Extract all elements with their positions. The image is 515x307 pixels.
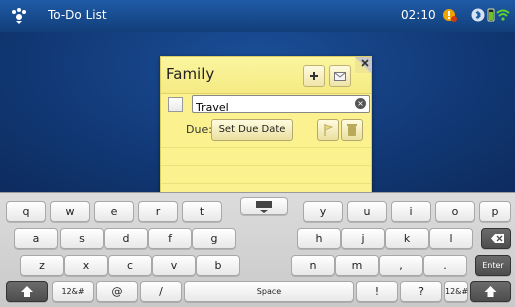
key-comma[interactable]: ,	[379, 255, 423, 276]
shift-icon	[484, 286, 497, 297]
note-title: Family	[166, 65, 215, 83]
key-at[interactable]: @	[96, 281, 138, 302]
key-slash[interactable]: /	[140, 281, 182, 302]
shift-key-right[interactable]	[470, 281, 511, 302]
plus-icon	[310, 72, 318, 80]
keyboard-hide-icon	[256, 201, 272, 213]
task-field[interactable]: ×	[192, 95, 370, 115]
note-rule-line	[161, 147, 371, 148]
key-d[interactable]: d	[104, 228, 148, 249]
delete-task-button[interactable]	[341, 119, 363, 141]
due-label: Due:	[186, 123, 212, 136]
envelope-icon	[334, 72, 346, 81]
flag-button[interactable]	[317, 119, 339, 141]
key-period[interactable]: .	[423, 255, 467, 276]
note-header: Family	[161, 57, 371, 94]
key-g[interactable]: g	[192, 228, 236, 249]
task-row: ×	[167, 95, 370, 117]
key-e[interactable]: e	[94, 201, 134, 222]
key-z[interactable]: z	[20, 255, 64, 276]
key-j[interactable]: j	[341, 228, 385, 249]
symbols-key-right[interactable]: 12&#	[444, 281, 468, 302]
todo-note: Family × Due: Set Due Date	[160, 56, 372, 194]
key-o[interactable]: o	[435, 201, 475, 222]
key-p[interactable]: p	[479, 201, 511, 222]
key-s[interactable]: s	[60, 228, 104, 249]
key-a[interactable]: a	[14, 228, 58, 249]
key-v[interactable]: v	[152, 255, 196, 276]
shift-key-left[interactable]	[6, 281, 48, 302]
hide-keyboard-key[interactable]	[240, 197, 288, 215]
set-due-date-button[interactable]: Set Due Date	[211, 119, 293, 141]
app-icon	[12, 8, 26, 24]
key-question[interactable]: ?	[400, 281, 442, 302]
trash-icon	[347, 124, 357, 136]
key-n[interactable]: n	[291, 255, 335, 276]
key-t[interactable]: t	[182, 201, 222, 222]
key-u[interactable]: u	[347, 201, 387, 222]
key-w[interactable]: w	[50, 201, 90, 222]
note-rule-line	[161, 183, 371, 184]
close-icon[interactable]	[360, 58, 370, 68]
note-rule-line	[161, 165, 371, 166]
status-time: 02:10	[401, 8, 436, 22]
backspace-icon	[491, 234, 504, 243]
key-k[interactable]: k	[385, 228, 429, 249]
shift-icon	[21, 286, 33, 297]
key-x[interactable]: x	[64, 255, 108, 276]
space-key[interactable]: Space	[184, 281, 354, 302]
key-exclamation[interactable]: !	[356, 281, 398, 302]
backspace-key[interactable]	[481, 228, 511, 249]
key-h[interactable]: h	[297, 228, 341, 249]
key-c[interactable]: c	[108, 255, 152, 276]
key-m[interactable]: m	[335, 255, 379, 276]
email-note-button[interactable]	[329, 65, 351, 87]
status-bar: To-Do List 02:10	[0, 0, 515, 32]
flag-icon	[324, 124, 334, 136]
symbols-key-left[interactable]: 12&#	[52, 281, 94, 302]
onscreen-keyboard: q w e r t y u i o p a s d f g h j k l z …	[0, 192, 515, 307]
task-checkbox[interactable]	[168, 97, 183, 112]
key-r[interactable]: r	[138, 201, 178, 222]
enter-key[interactable]: Enter	[475, 255, 511, 276]
task-input[interactable]	[193, 100, 349, 115]
add-task-button[interactable]	[303, 65, 325, 87]
key-l[interactable]: l	[429, 228, 473, 249]
key-i[interactable]: i	[391, 201, 431, 222]
key-f[interactable]: f	[148, 228, 192, 249]
key-q[interactable]: q	[6, 201, 46, 222]
due-row: Due: Set Due Date	[161, 117, 371, 143]
alert-icon[interactable]	[442, 7, 458, 23]
clear-text-icon[interactable]: ×	[355, 98, 366, 109]
wifi-icon	[496, 9, 510, 21]
key-b[interactable]: b	[196, 255, 240, 276]
app-title: To-Do List	[48, 8, 107, 22]
key-y[interactable]: y	[303, 201, 343, 222]
